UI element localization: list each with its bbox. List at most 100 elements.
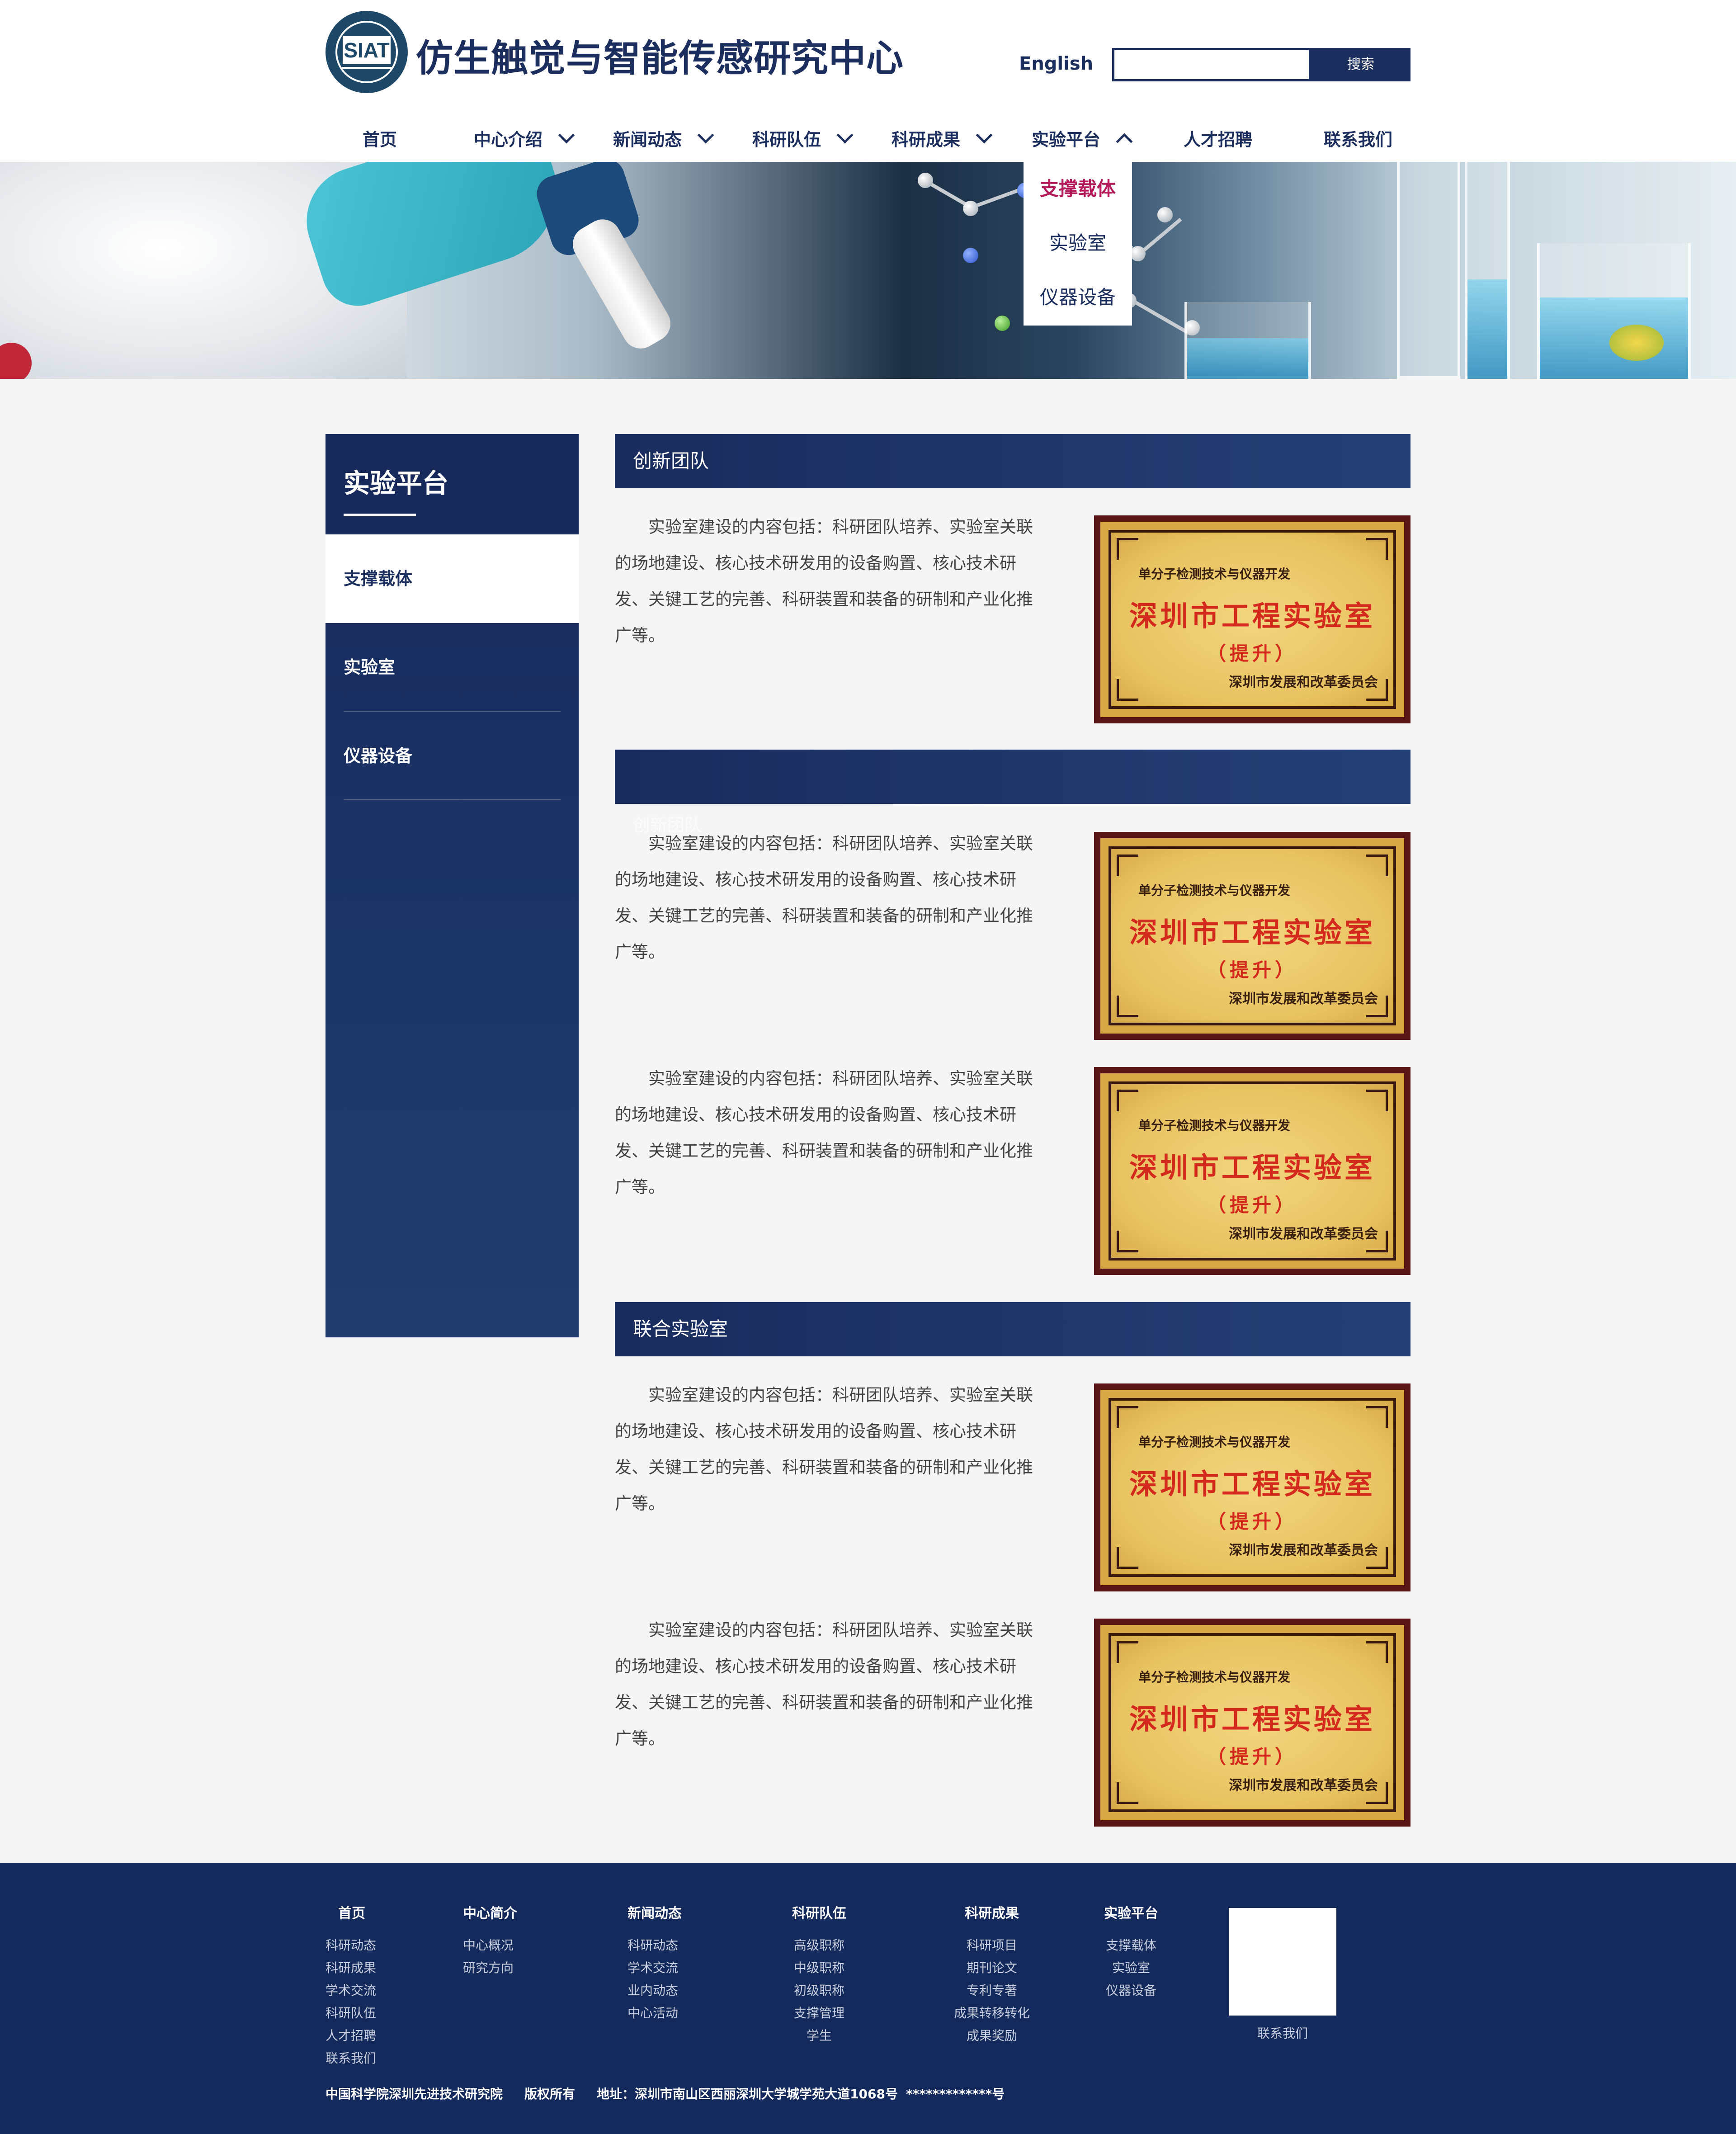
copyright-icp[interactable]: *************号 — [906, 2087, 1005, 2101]
platform-dropdown: 支撑载体 实验室 仪器设备 — [1024, 162, 1132, 326]
sidebar-item-support[interactable]: 支撑载体 — [326, 534, 579, 623]
plaque-top-text: 单分子检测技术与仪器开发 — [1138, 1118, 1291, 1133]
plaque-sub-text: （提升） — [1207, 959, 1297, 981]
plaque-main-text: 深圳市工程实验室 — [1129, 1703, 1375, 1736]
footer-link[interactable]: 科研成果 — [326, 1957, 376, 1979]
section-heading — [615, 750, 1410, 804]
footer-link[interactable]: 研究方向 — [463, 1957, 517, 1979]
footer-link[interactable]: 学生 — [792, 2025, 846, 2047]
footer-link[interactable]: 仪器设备 — [1104, 1979, 1158, 2002]
plaque-main-text: 深圳市工程实验室 — [1129, 1468, 1375, 1501]
copyright-rights: 版权所有 — [524, 2087, 576, 2101]
chevron-down-icon — [697, 127, 714, 144]
footer-link[interactable]: 成果奖励 — [954, 2025, 1030, 2047]
nav-item-team[interactable]: 科研队伍 — [752, 118, 854, 162]
nav-label: 人才招聘 — [1184, 130, 1253, 150]
dropdown-item-equipment[interactable]: 仪器设备 — [1024, 270, 1132, 325]
beaker-liquid — [1187, 338, 1308, 379]
footer-heading[interactable]: 首页 — [326, 1899, 376, 1934]
nav-label: 中心介绍 — [474, 130, 543, 150]
plaque-image: 单分子检测技术与仪器开发 深圳市工程实验室 （提升） 深圳市发展和改革委员会 — [1094, 1619, 1410, 1827]
footer-link[interactable]: 中心概况 — [463, 1934, 517, 1957]
footer-link[interactable]: 业内动态 — [627, 1979, 682, 2002]
site-title[interactable]: 仿生触觉与智能传感研究中心 — [416, 28, 904, 82]
footer-link[interactable]: 支撑载体 — [1104, 1934, 1158, 1957]
pipette-shape — [566, 212, 677, 355]
plaque-bottom-text: 深圳市发展和改革委员会 — [1229, 675, 1378, 690]
footer-link[interactable]: 科研动态 — [627, 1934, 682, 1957]
nav-item-research[interactable]: 科研成果 — [892, 118, 993, 162]
plaque-top-text: 单分子检测技术与仪器开发 — [1138, 1670, 1291, 1685]
plaque-sub-text: （提升） — [1207, 1194, 1297, 1216]
footer-heading[interactable]: 中心简介 — [463, 1899, 517, 1934]
nav-item-news[interactable]: 新闻动态 — [613, 118, 714, 162]
footer-column-platform: 实验平台 支撑载体 实验室 仪器设备 — [1104, 1899, 1158, 2002]
dropdown-item-lab[interactable]: 实验室 — [1024, 216, 1132, 270]
footer-heading[interactable]: 实验平台 — [1104, 1899, 1158, 1934]
footer-link[interactable]: 高级职称 — [792, 1934, 846, 1957]
molecule-atom — [995, 316, 1010, 331]
test-tube-liquid — [1467, 279, 1507, 379]
footer-link[interactable]: 实验室 — [1104, 1957, 1158, 1979]
footer-link[interactable]: 学术交流 — [627, 1957, 682, 1979]
plaque-top-text: 单分子检测技术与仪器开发 — [1138, 1435, 1291, 1449]
footer-link[interactable]: 支撑管理 — [792, 2002, 846, 2025]
footer-column-about: 中心简介 中心概况 研究方向 — [463, 1899, 517, 1979]
qr-label[interactable]: 联系我们 — [1229, 2024, 1336, 2042]
footer-link[interactable]: 成果转移转化 — [954, 2002, 1030, 2025]
footer-column-home: 首页 科研动态 科研成果 学术交流 科研队伍 人才招聘 联系我们 — [326, 1899, 376, 2070]
nav-item-platform[interactable]: 实验平台 — [1032, 118, 1133, 162]
nav-item-contact[interactable]: 联系我们 — [1324, 118, 1392, 162]
section-paragraph: 实验室建设的内容包括：科研团队培养、实验室关联的场地建设、核心技术研发用的设备购… — [615, 1620, 1033, 1748]
hero-banner-image — [0, 162, 1736, 379]
section-paragraph: 实验室建设的内容包括：科研团队培养、实验室关联的场地建设、核心技术研发用的设备购… — [615, 517, 1033, 645]
footer-link[interactable]: 科研项目 — [954, 1934, 1030, 1957]
molecule-atom — [963, 248, 978, 263]
plaque-sub-text: （提升） — [1207, 1746, 1297, 1768]
section-paragraph: 实验室建设的内容包括：科研团队培养、实验室关联的场地建设、核心技术研发用的设备购… — [615, 1385, 1033, 1513]
footer-column-team: 科研队伍 高级职称 中级职称 初级职称 支撑管理 学生 — [792, 1899, 846, 2047]
footer-link[interactable]: 人才招聘 — [326, 2025, 376, 2047]
site-footer: 首页 科研动态 科研成果 学术交流 科研队伍 人才招聘 联系我们 中心简介 中心… — [0, 1863, 1736, 2134]
glove-shape — [292, 162, 576, 316]
dropdown-item-support[interactable]: 支撑载体 — [1024, 162, 1132, 216]
english-link[interactable]: English — [1019, 53, 1093, 74]
nav-item-careers[interactable]: 人才招聘 — [1184, 118, 1252, 162]
chevron-down-icon — [558, 127, 575, 144]
plaque-main-text: 深圳市工程实验室 — [1129, 1151, 1375, 1184]
section-paragraph: 实验室建设的内容包括：科研团队培养、实验室关联的场地建设、核心技术研发用的设备购… — [615, 834, 1033, 962]
footer-link[interactable]: 科研动态 — [326, 1934, 376, 1957]
footer-link[interactable]: 期刊论文 — [954, 1957, 1030, 1979]
nav-item-about[interactable]: 中心介绍 — [474, 118, 575, 162]
logo-text: SIAT — [343, 36, 391, 64]
nav-label: 科研成果 — [892, 130, 961, 150]
footer-heading[interactable]: 科研队伍 — [792, 1899, 846, 1934]
section-paragraph: 实验室建设的内容包括：科研团队培养、实验室关联的场地建设、核心技术研发用的设备购… — [615, 1069, 1033, 1197]
footer-link[interactable]: 学术交流 — [326, 1979, 376, 2002]
sidebar-item-equipment[interactable]: 仪器设备 — [326, 712, 579, 800]
search-button[interactable]: 搜索 — [1311, 48, 1410, 81]
site-header: SIAT 仿生触觉与智能传感研究中心 English 搜索 首页 中心介绍 新闻… — [0, 0, 1736, 162]
footer-column-news: 新闻动态 科研动态 学术交流 业内动态 中心活动 — [627, 1899, 682, 2025]
qr-code-image — [1229, 1908, 1336, 2016]
search-input[interactable] — [1112, 48, 1311, 81]
footer-link[interactable]: 专利专著 — [954, 1979, 1030, 2002]
plaque-sub-text: （提升） — [1207, 1511, 1297, 1533]
footer-link[interactable]: 联系我们 — [326, 2047, 376, 2070]
nav-item-home[interactable]: 首页 — [363, 118, 397, 162]
plaque-main-text: 深圳市工程实验室 — [1129, 600, 1375, 633]
footer-column-research: 科研成果 科研项目 期刊论文 专利专著 成果转移转化 成果奖励 — [954, 1899, 1030, 2047]
footer-heading[interactable]: 科研成果 — [954, 1899, 1030, 1934]
sidebar-item-lab[interactable]: 实验室 — [326, 623, 579, 712]
footer-link[interactable]: 中心活动 — [627, 2002, 682, 2025]
siat-logo[interactable]: SIAT — [326, 11, 408, 93]
footer-heading[interactable]: 新闻动态 — [627, 1899, 682, 1934]
plaque-image: 单分子检测技术与仪器开发 深圳市工程实验室 （提升） 深圳市发展和改革委员会 — [1094, 1383, 1410, 1591]
footer-link[interactable]: 中级职称 — [792, 1957, 846, 1979]
footer-link[interactable]: 科研队伍 — [326, 2002, 376, 2025]
nav-label: 科研队伍 — [752, 130, 821, 150]
plaque-bottom-text: 深圳市发展和改革委员会 — [1229, 1543, 1378, 1558]
footer-link[interactable]: 初级职称 — [792, 1979, 846, 2002]
sidebar-title-underline — [344, 514, 416, 516]
section-heading: 联合实验室 — [615, 1302, 1410, 1356]
